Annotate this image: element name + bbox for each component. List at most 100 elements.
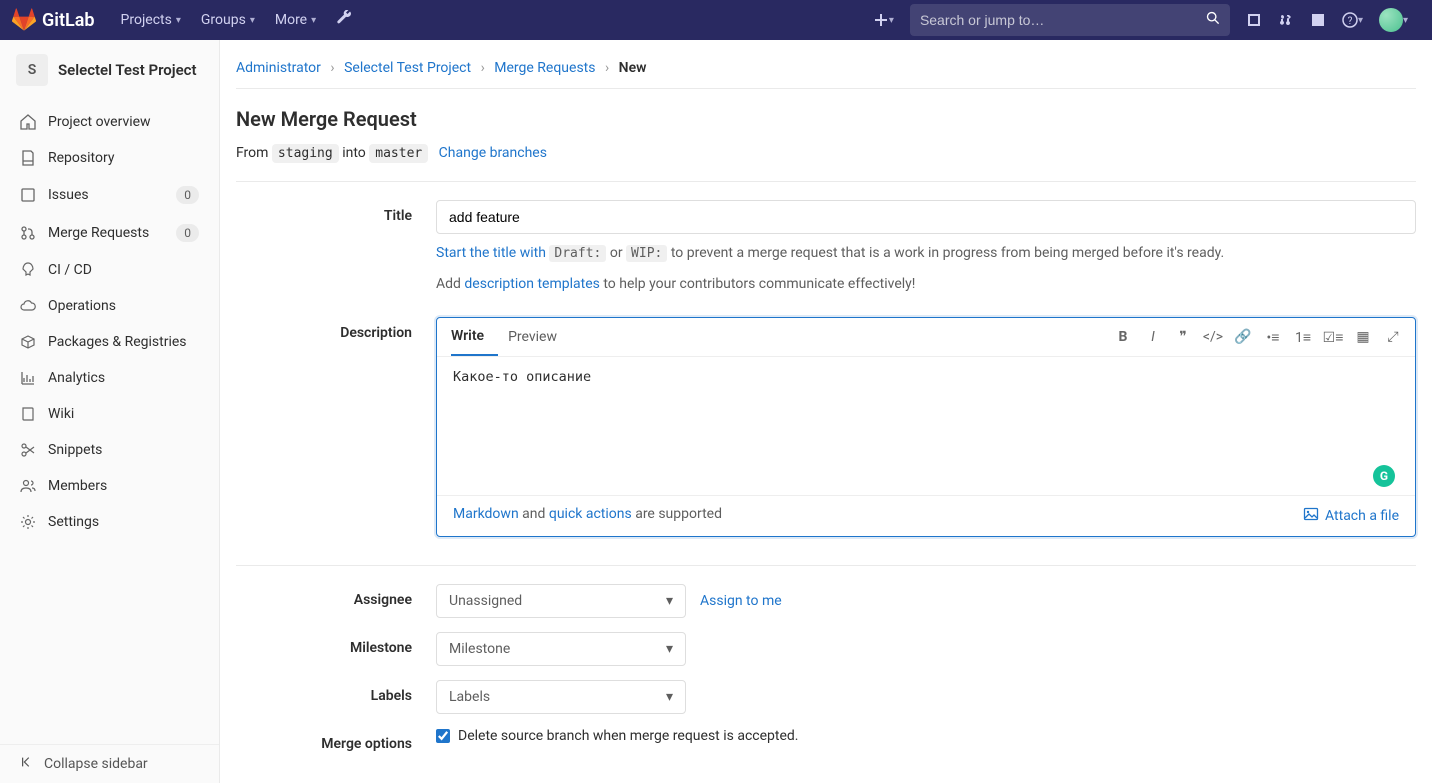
- sidebar-item-label: Wiki: [48, 406, 74, 422]
- grammarly-badge[interactable]: G: [1373, 465, 1395, 487]
- nav-admin-wrench[interactable]: [326, 0, 362, 40]
- description-templates-link[interactable]: description templates: [464, 276, 599, 292]
- project-sidebar: S Selectel Test Project Project overview…: [0, 40, 220, 783]
- collapse-label: Collapse sidebar: [44, 756, 148, 772]
- sidebar-item-issues[interactable]: Issues 0: [0, 176, 219, 214]
- user-menu[interactable]: [1371, 0, 1416, 40]
- chevron-down-icon: ▾: [666, 689, 673, 705]
- svg-text:?: ?: [1348, 16, 1353, 27]
- issues-shortcut[interactable]: [1238, 0, 1270, 40]
- labels-label: Labels: [236, 680, 436, 704]
- search-input[interactable]: [920, 12, 1206, 28]
- sidebar-item-merge-requests[interactable]: Merge Requests 0: [0, 214, 219, 252]
- assign-to-me[interactable]: Assign to me: [700, 593, 782, 609]
- assignee-label: Assignee: [236, 584, 436, 608]
- description-label: Description: [236, 317, 436, 341]
- project-name: Selectel Test Project: [58, 61, 197, 79]
- link-icon[interactable]: 🔗: [1235, 329, 1251, 346]
- title-input[interactable]: [436, 200, 1416, 234]
- breadcrumb-project[interactable]: Selectel Test Project: [344, 60, 471, 76]
- scissors-icon: [20, 442, 36, 458]
- numbered-list-icon[interactable]: 1≡: [1295, 329, 1311, 346]
- editor-toolbar: B I ❞ </> 🔗 •≡ 1≡ ☑≡ ▦ ⤢: [1115, 323, 1401, 352]
- breadcrumb-mr[interactable]: Merge Requests: [494, 60, 595, 76]
- sidebar-item-label: Settings: [48, 514, 99, 530]
- chart-icon: [20, 370, 36, 386]
- bullet-list-icon[interactable]: •≡: [1265, 329, 1281, 346]
- delete-source-checkbox[interactable]: Delete source branch when merge request …: [436, 728, 1416, 744]
- labels-dropdown[interactable]: Labels ▾: [436, 680, 686, 714]
- members-icon: [20, 478, 36, 494]
- sidebar-item-wiki[interactable]: Wiki: [0, 396, 219, 432]
- sidebar-item-label: Analytics: [48, 370, 105, 386]
- sidebar-item-label: CI / CD: [48, 262, 92, 278]
- project-header[interactable]: S Selectel Test Project: [0, 40, 219, 100]
- sidebar-item-members[interactable]: Members: [0, 468, 219, 504]
- image-icon: [1303, 506, 1319, 526]
- nav-projects[interactable]: Projects: [111, 2, 191, 38]
- sidebar-item-packages[interactable]: Packages & Registries: [0, 324, 219, 360]
- help-menu[interactable]: ?: [1334, 0, 1371, 40]
- tanuki-icon: [12, 8, 36, 32]
- table-icon[interactable]: ▦: [1355, 329, 1371, 346]
- chevron-down-icon: ▾: [666, 641, 673, 657]
- nav-groups[interactable]: Groups: [191, 2, 265, 38]
- cloud-icon: [20, 298, 36, 314]
- breadcrumb-current: New: [619, 60, 647, 76]
- sidebar-item-cicd[interactable]: CI / CD: [0, 252, 219, 288]
- breadcrumb-admin[interactable]: Administrator: [236, 60, 321, 76]
- issues-icon: [20, 187, 36, 203]
- tab-preview[interactable]: Preview: [508, 319, 571, 355]
- sidebar-item-label: Issues: [48, 187, 89, 203]
- attach-file[interactable]: Attach a file: [1303, 506, 1399, 526]
- sidebar-item-analytics[interactable]: Analytics: [0, 360, 219, 396]
- page-title: New Merge Request: [236, 107, 1416, 131]
- merge-options-label: Merge options: [236, 728, 436, 752]
- sidebar-badge: 0: [176, 224, 199, 242]
- todos-shortcut[interactable]: [1302, 0, 1334, 40]
- top-nav-links: Projects Groups More: [111, 0, 363, 40]
- wrench-icon: [336, 10, 352, 30]
- description-editor: Write Preview B I ❞ </> 🔗 •≡ 1≡ ☑≡: [436, 317, 1416, 537]
- plus-menu[interactable]: [865, 0, 902, 40]
- sidebar-item-snippets[interactable]: Snippets: [0, 432, 219, 468]
- assignee-dropdown[interactable]: Unassigned ▾: [436, 584, 686, 618]
- collapse-sidebar[interactable]: Collapse sidebar: [0, 744, 219, 783]
- delete-source-input[interactable]: [436, 729, 450, 743]
- target-branch: master: [369, 144, 428, 163]
- sidebar-item-repository[interactable]: Repository: [0, 140, 219, 176]
- sidebar-item-overview[interactable]: Project overview: [0, 104, 219, 140]
- italic-icon[interactable]: I: [1145, 329, 1161, 346]
- task-list-icon[interactable]: ☑≡: [1325, 329, 1341, 346]
- global-search[interactable]: [910, 4, 1230, 36]
- sidebar-item-label: Merge Requests: [48, 225, 149, 241]
- quick-actions-link[interactable]: quick actions: [549, 506, 632, 522]
- sidebar-item-settings[interactable]: Settings: [0, 504, 219, 540]
- fullscreen-icon[interactable]: ⤢: [1385, 329, 1401, 346]
- merge-requests-shortcut[interactable]: [1270, 0, 1302, 40]
- nav-more[interactable]: More: [265, 2, 326, 38]
- chevron-left-icon: [20, 755, 34, 773]
- code-icon[interactable]: </>: [1205, 329, 1221, 346]
- change-branches-link[interactable]: Change branches: [439, 145, 547, 161]
- description-textarea[interactable]: [453, 369, 1399, 479]
- branch-info: From staging into master Change branches: [236, 145, 1416, 161]
- source-branch: staging: [272, 144, 339, 163]
- sidebar-badge: 0: [176, 186, 199, 204]
- milestone-label: Milestone: [236, 632, 436, 656]
- markdown-link[interactable]: Markdown: [453, 506, 519, 522]
- repo-icon: [20, 150, 36, 166]
- milestone-dropdown[interactable]: Milestone ▾: [436, 632, 686, 666]
- bold-icon[interactable]: B: [1115, 329, 1131, 346]
- avatar: [1379, 8, 1403, 32]
- mr-icon: [20, 225, 36, 241]
- quote-icon[interactable]: ❞: [1175, 329, 1191, 346]
- search-icon: [1206, 11, 1220, 29]
- gitlab-logo[interactable]: GitLab: [12, 8, 103, 32]
- start-title-link[interactable]: Start the title with: [436, 245, 549, 261]
- rocket-icon: [20, 262, 36, 278]
- gear-icon: [20, 514, 36, 530]
- sidebar-item-operations[interactable]: Operations: [0, 288, 219, 324]
- tab-write[interactable]: Write: [451, 318, 498, 356]
- sidebar-item-label: Repository: [48, 150, 114, 166]
